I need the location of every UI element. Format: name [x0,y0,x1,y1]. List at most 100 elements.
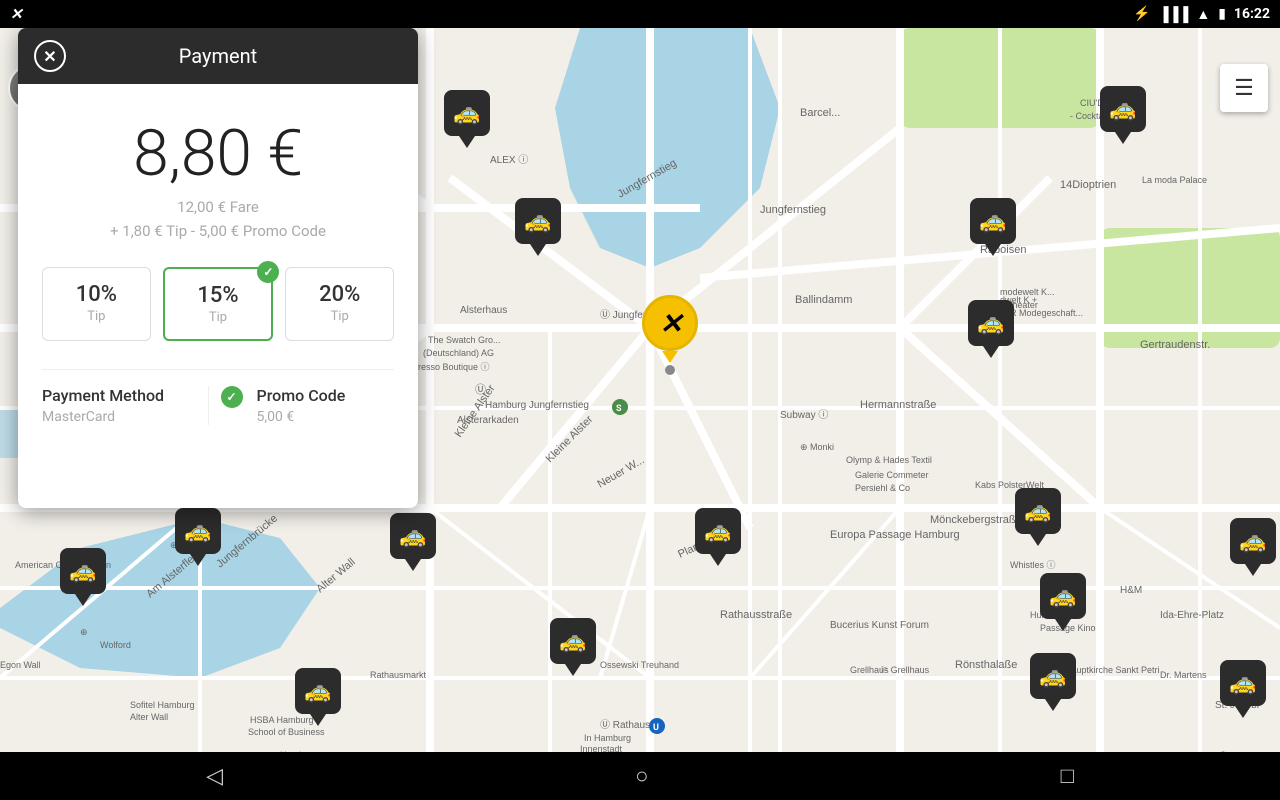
svg-text:U: U [653,723,659,733]
tip-15-percent: 15% [165,283,272,308]
promo-code-value: 5,00 € [229,409,395,425]
back-button[interactable]: ◁ [206,764,223,789]
taxi-marker[interactable]: 🚕 [1230,518,1276,576]
svg-text:Whistles ⓘ: Whistles ⓘ [1010,560,1056,570]
menu-button[interactable]: ☰ [1220,64,1268,112]
signal-icon: ▐▐▐ [1159,6,1189,23]
tip-10-percent: 10% [43,282,150,307]
taxi-marker[interactable]: 🚕 [1015,488,1061,546]
svg-text:Rathausstraße: Rathausstraße [720,609,792,621]
svg-text:S: S [616,404,622,414]
svg-text:Hamburg Jungfernstieg: Hamburg Jungfernstieg [485,400,589,411]
svg-text:Ossewski Treuhand: Ossewski Treuhand [600,660,679,670]
svg-text:Galerie Commeter: Galerie Commeter [855,470,929,480]
svg-text:Ida-Ehre-Platz: Ida-Ehre-Platz [1160,610,1224,621]
app-x-icon: ✕ [10,5,23,23]
payment-modal: ✕ Payment 8,80 € 12,00 € Fare + 1,80 € T… [18,28,418,508]
svg-text:School of Business: School of Business [248,727,325,737]
svg-text:resso Boutique ⓘ: resso Boutique ⓘ [418,362,490,372]
taxi-marker[interactable]: 🚕 [1030,653,1076,711]
svg-text:Rönsthalaße: Rönsthalaße [955,659,1017,671]
payment-method-value: MasterCard [42,409,208,425]
svg-text:(Deutschland) AG: (Deutschland) AG [423,348,494,358]
svg-text:Barcel...: Barcel... [800,107,840,119]
recents-button[interactable]: □ [1061,763,1074,789]
taxi-marker[interactable]: 🚕 [295,668,341,726]
svg-text:The Swatch Gro...: The Swatch Gro... [428,335,501,345]
svg-text:Mönckebergstraße: Mönckebergstraße [930,514,1022,526]
close-button[interactable]: ✕ [34,40,66,72]
modal-body: 8,80 € 12,00 € Fare + 1,80 € Tip - 5,00 … [18,84,418,441]
svg-text:Alsterarkaden: Alsterarkaden [457,415,519,426]
svg-text:Olymp & Hades Textil: Olymp & Hades Textil [846,455,932,465]
taxi-marker[interactable]: 🚕 [550,618,596,676]
tip-20-button[interactable]: 20% Tip [285,267,394,341]
taxi-marker[interactable]: 🚕 [1220,660,1266,718]
center-marker-icon: ✕ [642,295,698,351]
svg-text:Rathausmarkt: Rathausmarkt [370,670,427,680]
taxi-marker[interactable]: 🚕 [1100,86,1146,144]
payment-method-section[interactable]: Payment Method MasterCard [42,386,208,425]
svg-text:⊕: ⊕ [80,627,88,637]
tip-20-percent: 20% [286,282,393,307]
promo-code-section[interactable]: ✓ Promo Code 5,00 € [208,386,395,425]
svg-text:Ⓤ: Ⓤ [475,383,486,396]
tip-promo-text: + 1,80 € Tip - 5,00 € Promo Code [110,222,326,240]
modal-header: ✕ Payment [18,28,418,84]
svg-text:H&M: H&M [1120,585,1142,596]
status-time: 16:22 [1234,6,1270,22]
fare-text: 12,00 € Fare [177,198,259,216]
payment-method-label: Payment Method [42,386,208,405]
taxi-marker[interactable]: 🚕 [968,300,1014,358]
tip-15-label: Tip [165,310,272,325]
svg-text:La moda Palace: La moda Palace [1142,175,1207,185]
close-icon: ✕ [43,47,56,66]
svg-text:Hermannstraße: Hermannstraße [860,399,936,411]
svg-text:Alter Wall: Alter Wall [130,712,168,722]
tip-options: 10% Tip ✓ 15% Tip 20% Tip [42,267,394,341]
navigation-bar: ◁ ○ □ [0,752,1280,800]
svg-text:14Dioptrien: 14Dioptrien [1060,179,1116,191]
svg-text:Subway ⓘ: Subway ⓘ [780,409,828,421]
svg-text:Sofitel Hamburg: Sofitel Hamburg [130,700,195,710]
svg-text:modewelt K...: modewelt K... [1000,287,1055,297]
taxi-marker[interactable]: 🚕 [970,198,1016,256]
tip-10-button[interactable]: 10% Tip [42,267,151,341]
taxi-marker[interactable]: 🚕 [695,508,741,566]
tip-selected-check: ✓ [257,261,279,283]
taxi-marker[interactable]: 🚕 [444,90,490,148]
svg-text:Gertraudenstr.: Gertraudenstr. [1140,339,1210,351]
taxi-marker[interactable]: 🚕 [175,508,221,566]
svg-text:Dr. Martens: Dr. Martens [1160,670,1207,680]
payment-info-row: Payment Method MasterCard ✓ Promo Code 5… [42,369,394,425]
tip-20-label: Tip [286,309,393,324]
status-right: ⚡ ▐▐▐ ▲ ▮ 16:22 [1133,6,1270,23]
center-location-marker: ✕ [642,295,698,375]
svg-text:In Hamburg: In Hamburg [584,733,631,743]
svg-text:Bucerius Kunst Forum: Bucerius Kunst Forum [830,620,929,631]
svg-text:⚐ Grellhaus: ⚐ Grellhaus [880,665,930,675]
svg-text:Europa Passage Hamburg: Europa Passage Hamburg [830,529,960,541]
svg-text:Wolford: Wolford [100,640,131,650]
svg-text:Ballindamm: Ballindamm [795,294,852,306]
taxi-marker[interactable]: 🚕 [60,548,106,606]
tip-15-button[interactable]: ✓ 15% Tip [163,267,274,341]
price-detail: 12,00 € Fare + 1,80 € Tip - 5,00 € Promo… [42,195,394,243]
hamburger-icon: ☰ [1234,76,1254,101]
svg-text:Egon Wall: Egon Wall [0,660,41,670]
battery-icon: ▮ [1218,6,1226,22]
bluetooth-icon: ⚡ [1133,6,1150,22]
svg-text:Persiehl & Co: Persiehl & Co [855,483,910,493]
taxi-marker[interactable]: 🚕 [1040,573,1086,631]
status-left: ✕ [10,5,23,23]
taxi-marker[interactable]: 🚕 [515,198,561,256]
home-button[interactable]: ○ [635,763,648,789]
tip-10-label: Tip [43,309,150,324]
svg-text:Hauptkirche Sankt Petri: Hauptkirche Sankt Petri [1065,665,1160,675]
taxi-marker[interactable]: 🚕 [390,513,436,571]
status-bar: ✕ ⚡ ▐▐▐ ▲ ▮ 16:22 [0,0,1280,28]
modal-title: Payment [179,44,257,68]
svg-text:Alsterhaus: Alsterhaus [460,305,507,316]
promo-check-icon: ✓ [221,386,243,408]
wifi-icon: ▲ [1196,6,1210,23]
